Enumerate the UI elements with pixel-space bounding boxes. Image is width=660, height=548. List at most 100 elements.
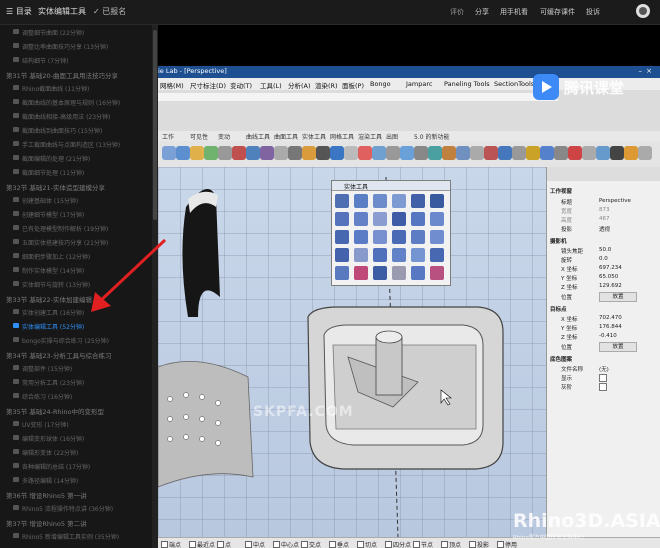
command-line[interactable] bbox=[158, 93, 558, 101]
toolbar-icon[interactable] bbox=[582, 146, 596, 160]
solid-tool-icon[interactable] bbox=[430, 248, 444, 262]
target-y-value[interactable]: 176.844 bbox=[599, 324, 622, 330]
osnap-checkbox[interactable] bbox=[469, 541, 476, 548]
catalog-section[interactable]: 第32节 基础21-实体造型建模分享 bbox=[0, 179, 152, 193]
catalog-lesson[interactable]: bongo实操与综合练习 (25分钟) bbox=[0, 333, 152, 347]
catalog-lesson[interactable]: 结构细节 (7分钟) bbox=[0, 53, 152, 67]
osnap-checkbox[interactable] bbox=[189, 541, 196, 548]
menu-item[interactable]: 网格(M) bbox=[160, 80, 184, 90]
toolbar-icon[interactable] bbox=[512, 146, 526, 160]
toolbar-icon[interactable] bbox=[162, 146, 176, 160]
solid-tool-icon[interactable] bbox=[373, 248, 387, 262]
menu-item[interactable]: 面板(P) bbox=[342, 80, 364, 90]
toolbar-icon[interactable] bbox=[232, 146, 246, 160]
solid-tool-icon[interactable] bbox=[392, 230, 406, 244]
toolbar-icon[interactable] bbox=[372, 146, 386, 160]
solid-tool-icon[interactable] bbox=[373, 212, 387, 226]
solid-tool-icon[interactable] bbox=[411, 266, 425, 280]
catalog-lesson[interactable]: 截面细节处理 (11分钟) bbox=[0, 165, 152, 179]
solid-tool-icon[interactable] bbox=[392, 248, 406, 262]
toolbar-tab[interactable]: 渲染工具 bbox=[358, 132, 382, 141]
catalog-section[interactable]: 第38节 增设Rhino5 第三讲 bbox=[0, 543, 152, 548]
catalog-lesson[interactable]: UV变形 (17分钟) bbox=[0, 417, 152, 431]
target-z-value[interactable]: -0.410 bbox=[599, 333, 617, 339]
toolbar-icon[interactable] bbox=[442, 146, 456, 160]
toolbar-icon[interactable] bbox=[386, 146, 400, 160]
catalog-lesson[interactable]: 截面编辑的处理 (21分钟) bbox=[0, 151, 152, 165]
catalog-lesson[interactable]: 调整细节曲面 (22分钟) bbox=[0, 25, 152, 39]
solid-tool-icon[interactable] bbox=[335, 248, 349, 262]
toolbar-icon[interactable] bbox=[498, 146, 512, 160]
toolbar-icon[interactable] bbox=[316, 146, 330, 160]
toolbar-icon[interactable] bbox=[344, 146, 358, 160]
solid-tool-icon[interactable] bbox=[373, 194, 387, 208]
menu-item[interactable]: SectionTools bbox=[494, 80, 534, 88]
solid-tool-icon[interactable] bbox=[354, 230, 368, 244]
toolbar-icon[interactable] bbox=[288, 146, 302, 160]
toolbar-icon[interactable] bbox=[358, 146, 372, 160]
camera-y-value[interactable]: 65.050 bbox=[599, 274, 618, 280]
gray-checkbox[interactable] bbox=[599, 383, 607, 391]
osnap-checkbox[interactable] bbox=[273, 541, 280, 548]
toolbar-icon[interactable] bbox=[400, 146, 414, 160]
solid-tool-icon[interactable] bbox=[373, 266, 387, 280]
download-button[interactable]: 可缓存课件 bbox=[540, 7, 575, 17]
toolbar-icon[interactable] bbox=[540, 146, 554, 160]
catalog-lesson[interactable]: 常用分析工具 (23分钟) bbox=[0, 375, 152, 389]
osnap-checkbox[interactable] bbox=[217, 541, 224, 548]
solid-tool-icon[interactable] bbox=[392, 194, 406, 208]
osnap-checkbox[interactable] bbox=[245, 541, 252, 548]
menu-item[interactable]: Paneling Tools bbox=[444, 80, 490, 88]
catalog-section[interactable]: 第31节 基础20-曲面工具用法技巧分享 bbox=[0, 67, 152, 81]
globe-icon[interactable] bbox=[636, 4, 650, 18]
catalog-lesson[interactable]: Rhino5 新增编辑工具实例 (35分钟) bbox=[0, 529, 152, 543]
toolbar-icon[interactable] bbox=[428, 146, 442, 160]
projection-select[interactable]: 透视 bbox=[599, 225, 610, 233]
lens-value[interactable]: 50.0 bbox=[599, 247, 611, 253]
catalog-lesson[interactable]: Rhino截面曲线 (11分钟) bbox=[0, 81, 152, 95]
solid-tool-icon[interactable] bbox=[373, 230, 387, 244]
toolbar-tab[interactable]: 曲线工具 bbox=[246, 132, 270, 141]
toolbar-tab[interactable]: 实体工具 bbox=[302, 132, 326, 141]
camera-z-value[interactable]: 129.692 bbox=[599, 283, 622, 289]
toolbar-tab[interactable]: 变动 bbox=[218, 132, 230, 141]
solid-tool-icon[interactable] bbox=[335, 266, 349, 280]
catalog-lesson[interactable]: 调整部件 (15分钟) bbox=[0, 361, 152, 375]
solid-tool-icon[interactable] bbox=[430, 212, 444, 226]
catalog-lesson[interactable]: 编辑形变体 (22分钟) bbox=[0, 445, 152, 459]
solid-tool-icon[interactable] bbox=[335, 230, 349, 244]
osnap-checkbox[interactable] bbox=[357, 541, 364, 548]
toolbar-icon[interactable] bbox=[204, 146, 218, 160]
catalog-lesson[interactable]: 创建基础体 (15分钟) bbox=[0, 193, 152, 207]
catalog-section[interactable]: 第34节 基础23-分析工具与综合练习 bbox=[0, 347, 152, 361]
target-place-button[interactable]: 放置 bbox=[599, 342, 637, 352]
report-button[interactable]: 投诉 bbox=[586, 7, 600, 17]
video-player[interactable]: ie Lab - [Perspective] – × 网格(M) 尺寸标注(D) 变… bbox=[158, 25, 660, 548]
toolbar-icon[interactable] bbox=[456, 146, 470, 160]
toolbar-icon[interactable] bbox=[484, 146, 498, 160]
toolbar-icon[interactable] bbox=[176, 146, 190, 160]
osnap-checkbox[interactable] bbox=[413, 541, 420, 548]
menu-item[interactable]: 变动(T) bbox=[230, 80, 252, 90]
solid-tool-icon[interactable] bbox=[354, 266, 368, 280]
catalog-section[interactable]: 第35节 基础24-Rhino中的变形型 bbox=[0, 403, 152, 417]
solid-tool-icon[interactable] bbox=[430, 266, 444, 280]
toolbar-tab[interactable]: 5.0 的新功能 bbox=[414, 132, 449, 141]
osnap-checkbox[interactable] bbox=[301, 541, 308, 548]
rate-button[interactable]: 评价 bbox=[450, 7, 464, 17]
catalog-lesson[interactable]: 创建细节模型 (17分钟) bbox=[0, 207, 152, 221]
toolbar-icon[interactable] bbox=[526, 146, 540, 160]
show-checkbox[interactable] bbox=[599, 374, 607, 382]
solid-tool-icon[interactable] bbox=[335, 212, 349, 226]
toolbar-icon[interactable] bbox=[274, 146, 288, 160]
toolbar-icon[interactable] bbox=[610, 146, 624, 160]
catalog-lesson[interactable]: 编辑变形球体 (16分钟) bbox=[0, 431, 152, 445]
catalog-lesson[interactable]: 手工截面曲线与点面构造区 (13分钟) bbox=[0, 137, 152, 151]
catalog-lesson[interactable]: Rhino5 流程操作特点讲 (36分钟) bbox=[0, 501, 152, 515]
solid-tool-icon[interactable] bbox=[411, 248, 425, 262]
menu-item[interactable]: 分析(A) bbox=[288, 80, 311, 90]
solid-tool-icon[interactable] bbox=[392, 266, 406, 280]
solid-tool-icon[interactable] bbox=[411, 194, 425, 208]
toolbar-icon[interactable] bbox=[260, 146, 274, 160]
solid-tool-icon[interactable] bbox=[392, 212, 406, 226]
